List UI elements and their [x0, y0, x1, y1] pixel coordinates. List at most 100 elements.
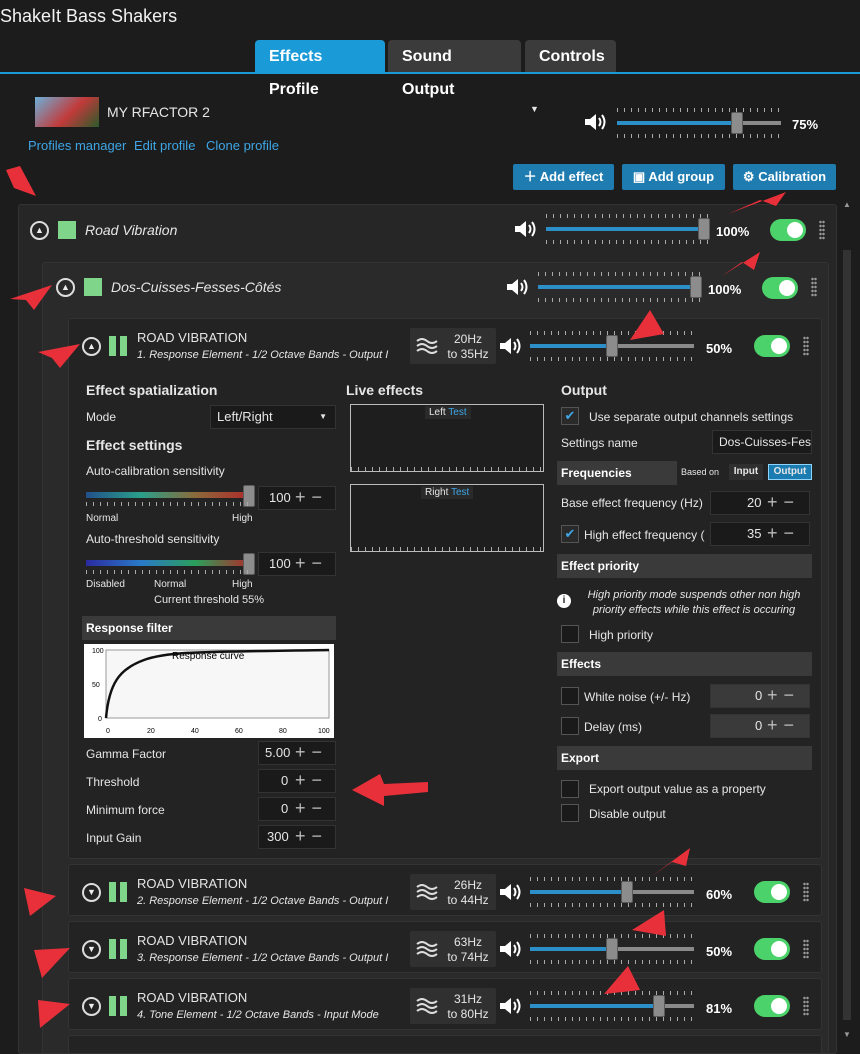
group-volume-slider[interactable]: [546, 214, 710, 244]
plus-minus-icon[interactable]: +−: [295, 486, 328, 508]
effect-volume-slider[interactable]: [530, 877, 694, 907]
export-header[interactable]: Export: [557, 746, 812, 770]
drag-handle-icon[interactable]: [803, 882, 809, 902]
collapse-chevron-up-icon[interactable]: ▲: [30, 221, 49, 240]
slider-thumb[interactable]: [621, 881, 633, 903]
disable-output-checkbox[interactable]: [561, 804, 579, 822]
slider-thumb[interactable]: [690, 276, 702, 298]
white-noise-stepper[interactable]: 0 +−: [710, 684, 810, 708]
scroll-down-arrow[interactable]: ▼: [843, 1030, 851, 1040]
tab-controls[interactable]: Controls: [525, 40, 616, 73]
gain-stepper[interactable]: 300 +−: [258, 825, 336, 849]
slider-thumb[interactable]: [653, 995, 665, 1017]
auto-cal-stepper[interactable]: 100 +−: [258, 486, 336, 510]
separate-output-checkbox[interactable]: ✔: [561, 407, 579, 425]
priority-header[interactable]: Effect priority: [557, 554, 812, 578]
live-left-test[interactable]: Test: [448, 407, 466, 418]
export-property-checkbox[interactable]: [561, 780, 579, 798]
profiles-manager-link[interactable]: Profiles manager: [28, 138, 126, 153]
auto-thr-slider[interactable]: [86, 560, 250, 566]
profile-dropdown-icon[interactable]: ▼: [530, 104, 539, 114]
scrollbar[interactable]: [843, 250, 851, 1020]
response-filter-header[interactable]: Response filter: [82, 616, 336, 640]
clone-profile-link[interactable]: Clone profile: [206, 138, 279, 153]
profile-name[interactable]: MY RFACTOR 2: [107, 104, 210, 120]
tab-sound-output[interactable]: Sound Output: [388, 40, 521, 98]
effect-enable-toggle[interactable]: [754, 938, 790, 960]
frequency-range[interactable]: 26Hz to 44Hz: [410, 874, 496, 910]
effect-volume-slider[interactable]: [530, 991, 694, 1021]
settings-name-input[interactable]: Dos-Cuisses-Fess: [712, 430, 812, 454]
slider-thumb[interactable]: [731, 112, 743, 134]
plus-minus-icon[interactable]: +−: [295, 797, 328, 819]
plus-minus-icon[interactable]: +−: [295, 769, 328, 791]
effect-enable-toggle[interactable]: [754, 995, 790, 1017]
effects-header[interactable]: Effects: [557, 652, 812, 676]
tick-marks: [530, 877, 694, 881]
drag-handle-icon[interactable]: [811, 277, 817, 297]
effect-color-bars[interactable]: [109, 996, 129, 1016]
slider-thumb[interactable]: [698, 218, 710, 240]
threshold-stepper[interactable]: 0 +−: [258, 769, 336, 793]
auto-cal-slider[interactable]: [86, 492, 250, 498]
effect-volume-slider[interactable]: [530, 934, 694, 964]
frequency-range[interactable]: 20Hz to 35Hz: [410, 328, 496, 364]
frequency-range[interactable]: 31Hz to 80Hz: [410, 988, 496, 1024]
live-right-test[interactable]: Test: [451, 487, 469, 498]
group-enable-toggle[interactable]: [770, 219, 806, 241]
tab-effects-profile[interactable]: Effects Profile: [255, 40, 385, 98]
scroll-up-arrow[interactable]: ▲: [843, 200, 851, 210]
effect-enable-toggle[interactable]: [754, 335, 790, 357]
drag-handle-icon[interactable]: [819, 220, 825, 240]
add-group-button[interactable]: ▣ Add group: [622, 164, 725, 190]
gamma-stepper[interactable]: 5.00 +−: [258, 741, 336, 765]
drag-handle-icon[interactable]: [803, 996, 809, 1016]
expand-chevron-down-icon[interactable]: ▼: [82, 940, 101, 959]
plus-minus-icon[interactable]: +−: [767, 522, 800, 544]
effect-enable-toggle[interactable]: [754, 881, 790, 903]
expand-chevron-down-icon[interactable]: ▼: [82, 883, 101, 902]
effect-color-bars[interactable]: [109, 939, 129, 959]
curve-label: Response curve: [172, 651, 245, 662]
drag-handle-icon[interactable]: [803, 939, 809, 959]
group-color-swatch[interactable]: [58, 221, 76, 239]
high-priority-checkbox[interactable]: [561, 625, 579, 643]
based-on-input-button[interactable]: Input: [729, 464, 763, 480]
high-freq-stepper[interactable]: 35 +−: [710, 522, 810, 546]
delay-stepper[interactable]: 0 +−: [710, 714, 810, 738]
effect-color-bars[interactable]: [109, 882, 129, 902]
edit-profile-link[interactable]: Edit profile: [134, 138, 195, 153]
plus-minus-icon[interactable]: +−: [767, 684, 800, 706]
plus-minus-icon[interactable]: +−: [295, 552, 328, 574]
plus-minus-icon[interactable]: +−: [767, 714, 800, 736]
plus-minus-icon[interactable]: +−: [767, 491, 800, 513]
collapse-chevron-up-icon[interactable]: ▲: [56, 278, 75, 297]
group-color-swatch[interactable]: [84, 278, 102, 296]
base-freq-stepper[interactable]: 20 +−: [710, 491, 810, 515]
collapse-chevron-up-icon[interactable]: ▲: [82, 337, 101, 356]
minforce-stepper[interactable]: 0 +−: [258, 797, 336, 821]
add-effect-button[interactable]: ＋ Add effect: [513, 164, 614, 190]
effect-volume-slider[interactable]: [530, 331, 694, 361]
auto-thr-stepper[interactable]: 100 +−: [258, 552, 336, 576]
plus-minus-icon[interactable]: +−: [295, 825, 328, 847]
drag-handle-icon[interactable]: [803, 336, 809, 356]
x-tick: 20: [147, 728, 155, 735]
plus-minus-icon[interactable]: +−: [295, 741, 328, 763]
white-noise-checkbox[interactable]: [561, 687, 579, 705]
delay-checkbox[interactable]: [561, 717, 579, 735]
expand-chevron-down-icon[interactable]: ▼: [82, 997, 101, 1016]
effect-color-bars[interactable]: [109, 336, 129, 356]
slider-thumb[interactable]: [606, 335, 618, 357]
frequencies-header[interactable]: Frequencies: [557, 461, 677, 485]
profile-volume-slider[interactable]: [617, 108, 781, 138]
high-freq-checkbox[interactable]: ✔: [561, 525, 579, 543]
group-volume-slider[interactable]: [538, 272, 702, 302]
auto-thr-label: Auto-threshold sensitivity: [86, 532, 220, 546]
slider-thumb[interactable]: [606, 938, 618, 960]
group-enable-toggle[interactable]: [762, 277, 798, 299]
calibration-button[interactable]: ⚙ Calibration: [733, 164, 836, 190]
mode-select[interactable]: Left/Right ▼: [210, 405, 336, 429]
based-on-output-button[interactable]: Output: [768, 464, 812, 480]
frequency-range[interactable]: 63Hz to 74Hz: [410, 931, 496, 967]
